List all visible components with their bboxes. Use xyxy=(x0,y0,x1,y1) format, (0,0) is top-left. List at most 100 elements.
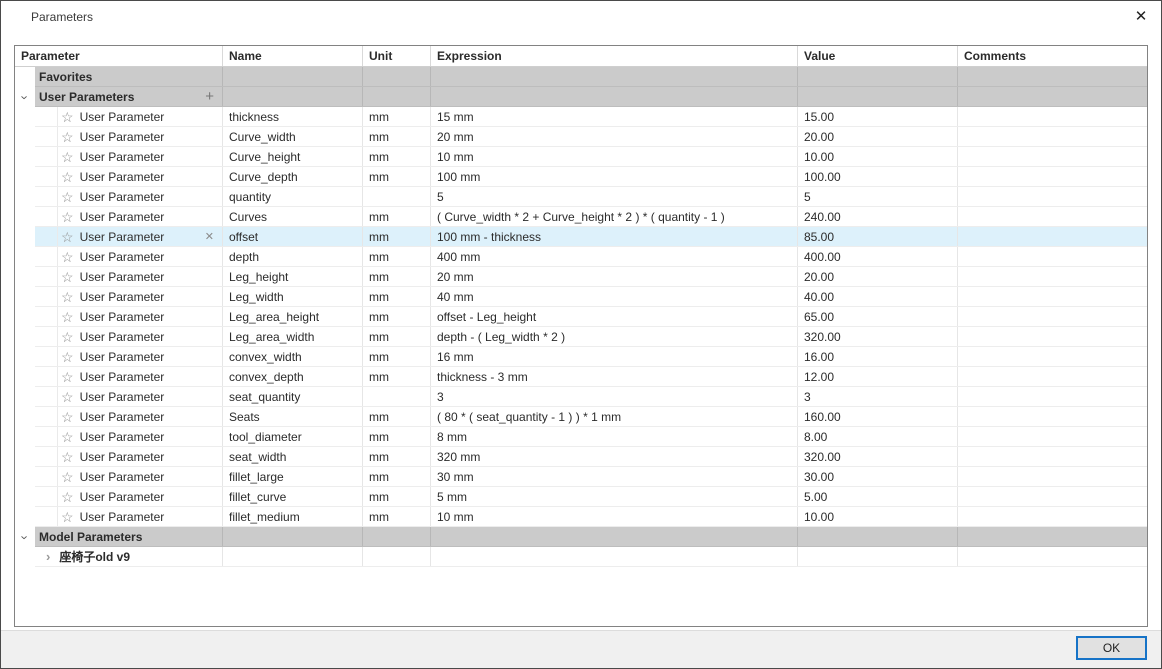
parameter-row-convex-width[interactable]: ☆ User Parameter ✕ convex_width mm 16 mm… xyxy=(15,347,1147,367)
parameter-row-leg-height[interactable]: ☆ User Parameter ✕ Leg_height mm 20 mm 2… xyxy=(15,267,1147,287)
favorite-star-icon[interactable]: ☆ xyxy=(61,250,74,264)
parameter-row-leg-width[interactable]: ☆ User Parameter ✕ Leg_width mm 40 mm 40… xyxy=(15,287,1147,307)
name-cell[interactable]: Leg_area_height xyxy=(223,307,363,326)
favorite-star-icon[interactable]: ☆ xyxy=(61,450,74,464)
dialog-title-bar[interactable]: Parameters ✕ xyxy=(1,1,1161,35)
name-cell[interactable]: depth xyxy=(223,247,363,266)
comments-cell[interactable] xyxy=(958,507,1147,526)
favorite-star-icon[interactable]: ☆ xyxy=(61,150,74,164)
parameter-row-offset[interactable]: ☆ User Parameter ✕ offset mm 100 mm - th… xyxy=(15,227,1147,247)
name-cell[interactable]: fillet_medium xyxy=(223,507,363,526)
favorite-star-icon[interactable]: ☆ xyxy=(61,510,74,524)
expression-cell[interactable]: 8 mm xyxy=(431,427,798,446)
parameter-row-leg-area-height[interactable]: ☆ User Parameter ✕ Leg_area_height mm of… xyxy=(15,307,1147,327)
expression-cell[interactable]: ( Curve_width * 2 + Curve_height * 2 ) *… xyxy=(431,207,798,226)
section-row-favorites[interactable]: › Favorites + xyxy=(15,67,1147,87)
name-cell[interactable]: Curve_width xyxy=(223,127,363,146)
name-cell[interactable]: thickness xyxy=(223,107,363,126)
comments-cell[interactable] xyxy=(958,307,1147,326)
parameter-row-seat-width[interactable]: ☆ User Parameter ✕ seat_width mm 320 mm … xyxy=(15,447,1147,467)
name-cell[interactable]: Leg_area_width xyxy=(223,327,363,346)
favorite-star-icon[interactable]: ☆ xyxy=(61,330,74,344)
expression-cell[interactable]: offset - Leg_height xyxy=(431,307,798,326)
name-cell[interactable]: Curve_height xyxy=(223,147,363,166)
favorite-star-icon[interactable]: ☆ xyxy=(61,270,74,284)
name-cell[interactable]: Seats xyxy=(223,407,363,426)
parameter-row-depth[interactable]: ☆ User Parameter ✕ depth mm 400 mm 400.0… xyxy=(15,247,1147,267)
expression-cell[interactable]: 3 xyxy=(431,387,798,406)
comments-cell[interactable] xyxy=(958,387,1147,406)
expression-cell[interactable]: 20 mm xyxy=(431,127,798,146)
parameter-row-curve-width[interactable]: ☆ User Parameter ✕ Curve_width mm 20 mm … xyxy=(15,127,1147,147)
name-cell[interactable]: offset xyxy=(223,227,363,246)
favorite-star-icon[interactable]: ☆ xyxy=(61,190,74,204)
parameter-row-fillet-large[interactable]: ☆ User Parameter ✕ fillet_large mm 30 mm… xyxy=(15,467,1147,487)
expression-cell[interactable]: thickness - 3 mm xyxy=(431,367,798,386)
chevron-down-icon[interactable]: › xyxy=(18,95,33,99)
favorite-star-icon[interactable]: ☆ xyxy=(61,490,74,504)
favorite-star-icon[interactable]: ☆ xyxy=(61,230,74,244)
favorite-star-icon[interactable]: ☆ xyxy=(61,350,74,364)
favorite-star-icon[interactable]: ☆ xyxy=(61,290,74,304)
name-cell[interactable]: Leg_width xyxy=(223,287,363,306)
expression-cell[interactable]: 400 mm xyxy=(431,247,798,266)
parameter-row-fillet-medium[interactable]: ☆ User Parameter ✕ fillet_medium mm 10 m… xyxy=(15,507,1147,527)
expression-cell[interactable]: depth - ( Leg_width * 2 ) xyxy=(431,327,798,346)
expression-cell[interactable]: ( 80 * ( seat_quantity - 1 ) ) * 1 mm xyxy=(431,407,798,426)
expression-cell[interactable]: 10 mm xyxy=(431,507,798,526)
parameter-row-leg-area-width[interactable]: ☆ User Parameter ✕ Leg_area_width mm dep… xyxy=(15,327,1147,347)
favorite-star-icon[interactable]: ☆ xyxy=(61,410,74,424)
comments-cell[interactable] xyxy=(958,227,1147,246)
favorite-star-icon[interactable]: ☆ xyxy=(61,390,74,404)
delete-parameter-icon[interactable]: ✕ xyxy=(205,230,214,243)
comments-cell[interactable] xyxy=(958,467,1147,486)
expression-cell[interactable]: 100 mm - thickness xyxy=(431,227,798,246)
expression-cell[interactable]: 5 xyxy=(431,187,798,206)
section-row-model-parameters[interactable]: › Model Parameters + xyxy=(15,527,1147,547)
chevron-down-icon[interactable]: › xyxy=(18,535,33,539)
name-cell[interactable]: Curves xyxy=(223,207,363,226)
parameter-row-seat-quantity[interactable]: ☆ User Parameter ✕ seat_quantity 3 3 xyxy=(15,387,1147,407)
favorite-star-icon[interactable]: ☆ xyxy=(61,310,74,324)
name-cell[interactable]: convex_depth xyxy=(223,367,363,386)
name-cell[interactable]: fillet_curve xyxy=(223,487,363,506)
name-cell[interactable]: convex_width xyxy=(223,347,363,366)
comments-cell[interactable] xyxy=(958,327,1147,346)
comments-cell[interactable] xyxy=(958,347,1147,366)
expression-cell[interactable]: 40 mm xyxy=(431,287,798,306)
chevron-right-icon[interactable]: › xyxy=(46,549,50,564)
parameter-row-curves[interactable]: ☆ User Parameter ✕ Curves mm ( Curve_wid… xyxy=(15,207,1147,227)
expression-cell[interactable]: 10 mm xyxy=(431,147,798,166)
comments-cell[interactable] xyxy=(958,427,1147,446)
parameter-row-thickness[interactable]: ☆ User Parameter ✕ thickness mm 15 mm 15… xyxy=(15,107,1147,127)
comments-cell[interactable] xyxy=(958,167,1147,186)
expression-cell[interactable]: 320 mm xyxy=(431,447,798,466)
parameter-row-curve-depth[interactable]: ☆ User Parameter ✕ Curve_depth mm 100 mm… xyxy=(15,167,1147,187)
expression-cell[interactable]: 16 mm xyxy=(431,347,798,366)
model-row-old-v9[interactable]: › 座椅子old v9 xyxy=(15,547,1147,567)
expression-cell[interactable]: 15 mm xyxy=(431,107,798,126)
favorite-star-icon[interactable]: ☆ xyxy=(61,170,74,184)
expression-cell[interactable]: 5 mm xyxy=(431,487,798,506)
parameter-row-tool-diameter[interactable]: ☆ User Parameter ✕ tool_diameter mm 8 mm… xyxy=(15,427,1147,447)
name-cell[interactable]: quantity xyxy=(223,187,363,206)
expression-cell[interactable]: 30 mm xyxy=(431,467,798,486)
comments-cell[interactable] xyxy=(958,107,1147,126)
comments-cell[interactable] xyxy=(958,207,1147,226)
section-row-user-parameters[interactable]: › User Parameters + xyxy=(15,87,1147,107)
name-cell[interactable]: seat_width xyxy=(223,447,363,466)
expression-cell[interactable]: 20 mm xyxy=(431,267,798,286)
parameter-row-fillet-curve[interactable]: ☆ User Parameter ✕ fillet_curve mm 5 mm … xyxy=(15,487,1147,507)
name-cell[interactable]: seat_quantity xyxy=(223,387,363,406)
comments-cell[interactable] xyxy=(958,367,1147,386)
expression-cell[interactable]: 100 mm xyxy=(431,167,798,186)
name-cell[interactable]: tool_diameter xyxy=(223,427,363,446)
parameter-row-seats[interactable]: ☆ User Parameter ✕ Seats mm ( 80 * ( sea… xyxy=(15,407,1147,427)
favorite-star-icon[interactable]: ☆ xyxy=(61,110,74,124)
comments-cell[interactable] xyxy=(958,127,1147,146)
comments-cell[interactable] xyxy=(958,447,1147,466)
favorite-star-icon[interactable]: ☆ xyxy=(61,430,74,444)
close-icon[interactable]: ✕ xyxy=(1129,6,1153,28)
add-parameter-icon[interactable]: + xyxy=(205,88,214,105)
comments-cell[interactable] xyxy=(958,247,1147,266)
